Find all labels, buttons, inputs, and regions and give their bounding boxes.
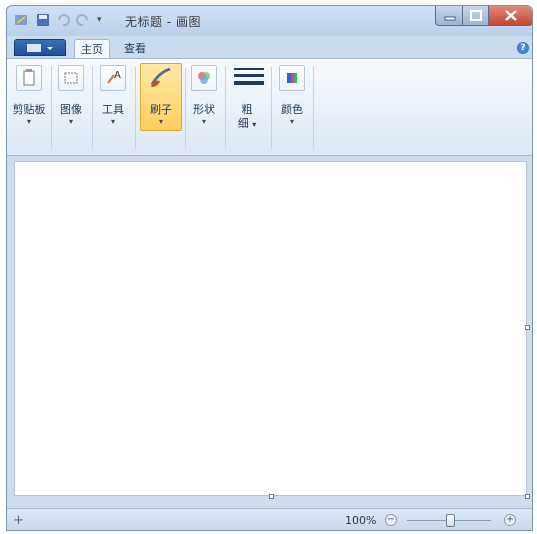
tab-home[interactable]: 主页 — [74, 39, 110, 58]
drawing-canvas[interactable] — [14, 161, 527, 496]
shapes-icon — [191, 65, 217, 91]
title-bar: ▾ 无标题 - 画图 — [7, 6, 532, 36]
brush-icon — [148, 65, 174, 91]
chevron-down-icon: ▾ — [110, 117, 115, 126]
size-group[interactable]: 粗 细 ▾ — [229, 63, 265, 153]
colors-group[interactable]: 颜色 ▾ — [275, 63, 309, 153]
tools-icon: A — [100, 65, 126, 91]
line-size-icon — [234, 65, 264, 91]
clipboard-label: 剪贴板 — [12, 103, 46, 116]
brushes-label: 刷子 — [150, 103, 172, 116]
tools-group[interactable]: A 工具 ▾ — [95, 63, 131, 153]
window-title: 无标题 - 画图 — [125, 15, 201, 29]
group-divider — [313, 67, 314, 149]
zoom-out-button[interactable]: − — [385, 514, 397, 526]
chevron-down-icon: ▾ — [158, 117, 163, 126]
group-divider — [135, 67, 136, 149]
shapes-label: 形状 — [193, 103, 215, 116]
zoom-level: 100% — [345, 514, 377, 527]
colors-label: 颜色 — [281, 103, 303, 116]
cursor-position-icon: + — [13, 513, 24, 528]
paint-window: ▾ 无标题 - 画图 主页 查看 ? 剪贴板 ▾ 图像 ▾ A 工具 ▾ 刷子 … — [6, 5, 533, 531]
color-palette-icon — [279, 65, 305, 91]
save-icon[interactable] — [35, 12, 51, 28]
chevron-down-icon: ▾ — [201, 117, 206, 126]
help-icon[interactable]: ? — [517, 42, 529, 54]
group-divider — [271, 67, 272, 149]
brushes-group[interactable]: 刷子 ▾ — [140, 63, 182, 153]
zoom-in-button[interactable]: + — [504, 514, 516, 526]
undo-icon[interactable] — [55, 12, 71, 28]
ribbon: 剪贴板 ▾ 图像 ▾ A 工具 ▾ 刷子 ▾ 形状 ▾ 粗 细 ▾ 颜色 ▾ — [7, 58, 532, 156]
redo-icon[interactable] — [75, 12, 91, 28]
paint-menu-button[interactable] — [14, 39, 66, 56]
chevron-down-icon: ▾ — [252, 120, 257, 129]
minimize-button[interactable] — [435, 6, 463, 26]
image-label: 图像 — [60, 103, 82, 116]
clipboard-group[interactable]: 剪贴板 ▾ — [11, 63, 47, 153]
clipboard-icon — [16, 65, 42, 91]
size-label-text: 细 — [237, 117, 249, 130]
paint-app-icon[interactable] — [13, 12, 29, 28]
resize-handle-bottom[interactable] — [269, 494, 274, 499]
close-button[interactable] — [489, 6, 532, 26]
group-divider — [225, 67, 226, 149]
image-select-icon — [58, 65, 84, 91]
group-divider — [51, 67, 52, 149]
quick-access-dropdown[interactable]: ▾ — [97, 12, 107, 28]
group-divider — [92, 67, 93, 149]
resize-handle-corner[interactable] — [525, 494, 530, 499]
group-divider — [185, 67, 186, 149]
svg-text:A: A — [114, 70, 121, 81]
shapes-group[interactable]: 形状 ▾ — [188, 63, 220, 153]
resize-handle-right[interactable] — [525, 325, 530, 330]
tools-label: 工具 — [102, 103, 124, 116]
status-bar: + 100% − + — [7, 508, 532, 530]
maximize-button[interactable] — [463, 6, 489, 26]
image-group[interactable]: 图像 ▾ — [54, 63, 88, 153]
chevron-down-icon: ▾ — [68, 117, 73, 126]
size-label-line2: 细 ▾ — [229, 115, 265, 131]
tab-view[interactable]: 查看 — [117, 39, 153, 58]
chevron-down-icon: ▾ — [26, 117, 31, 126]
canvas-area — [7, 156, 532, 508]
zoom-slider-thumb[interactable] — [446, 514, 455, 527]
chevron-down-icon: ▾ — [289, 117, 294, 126]
